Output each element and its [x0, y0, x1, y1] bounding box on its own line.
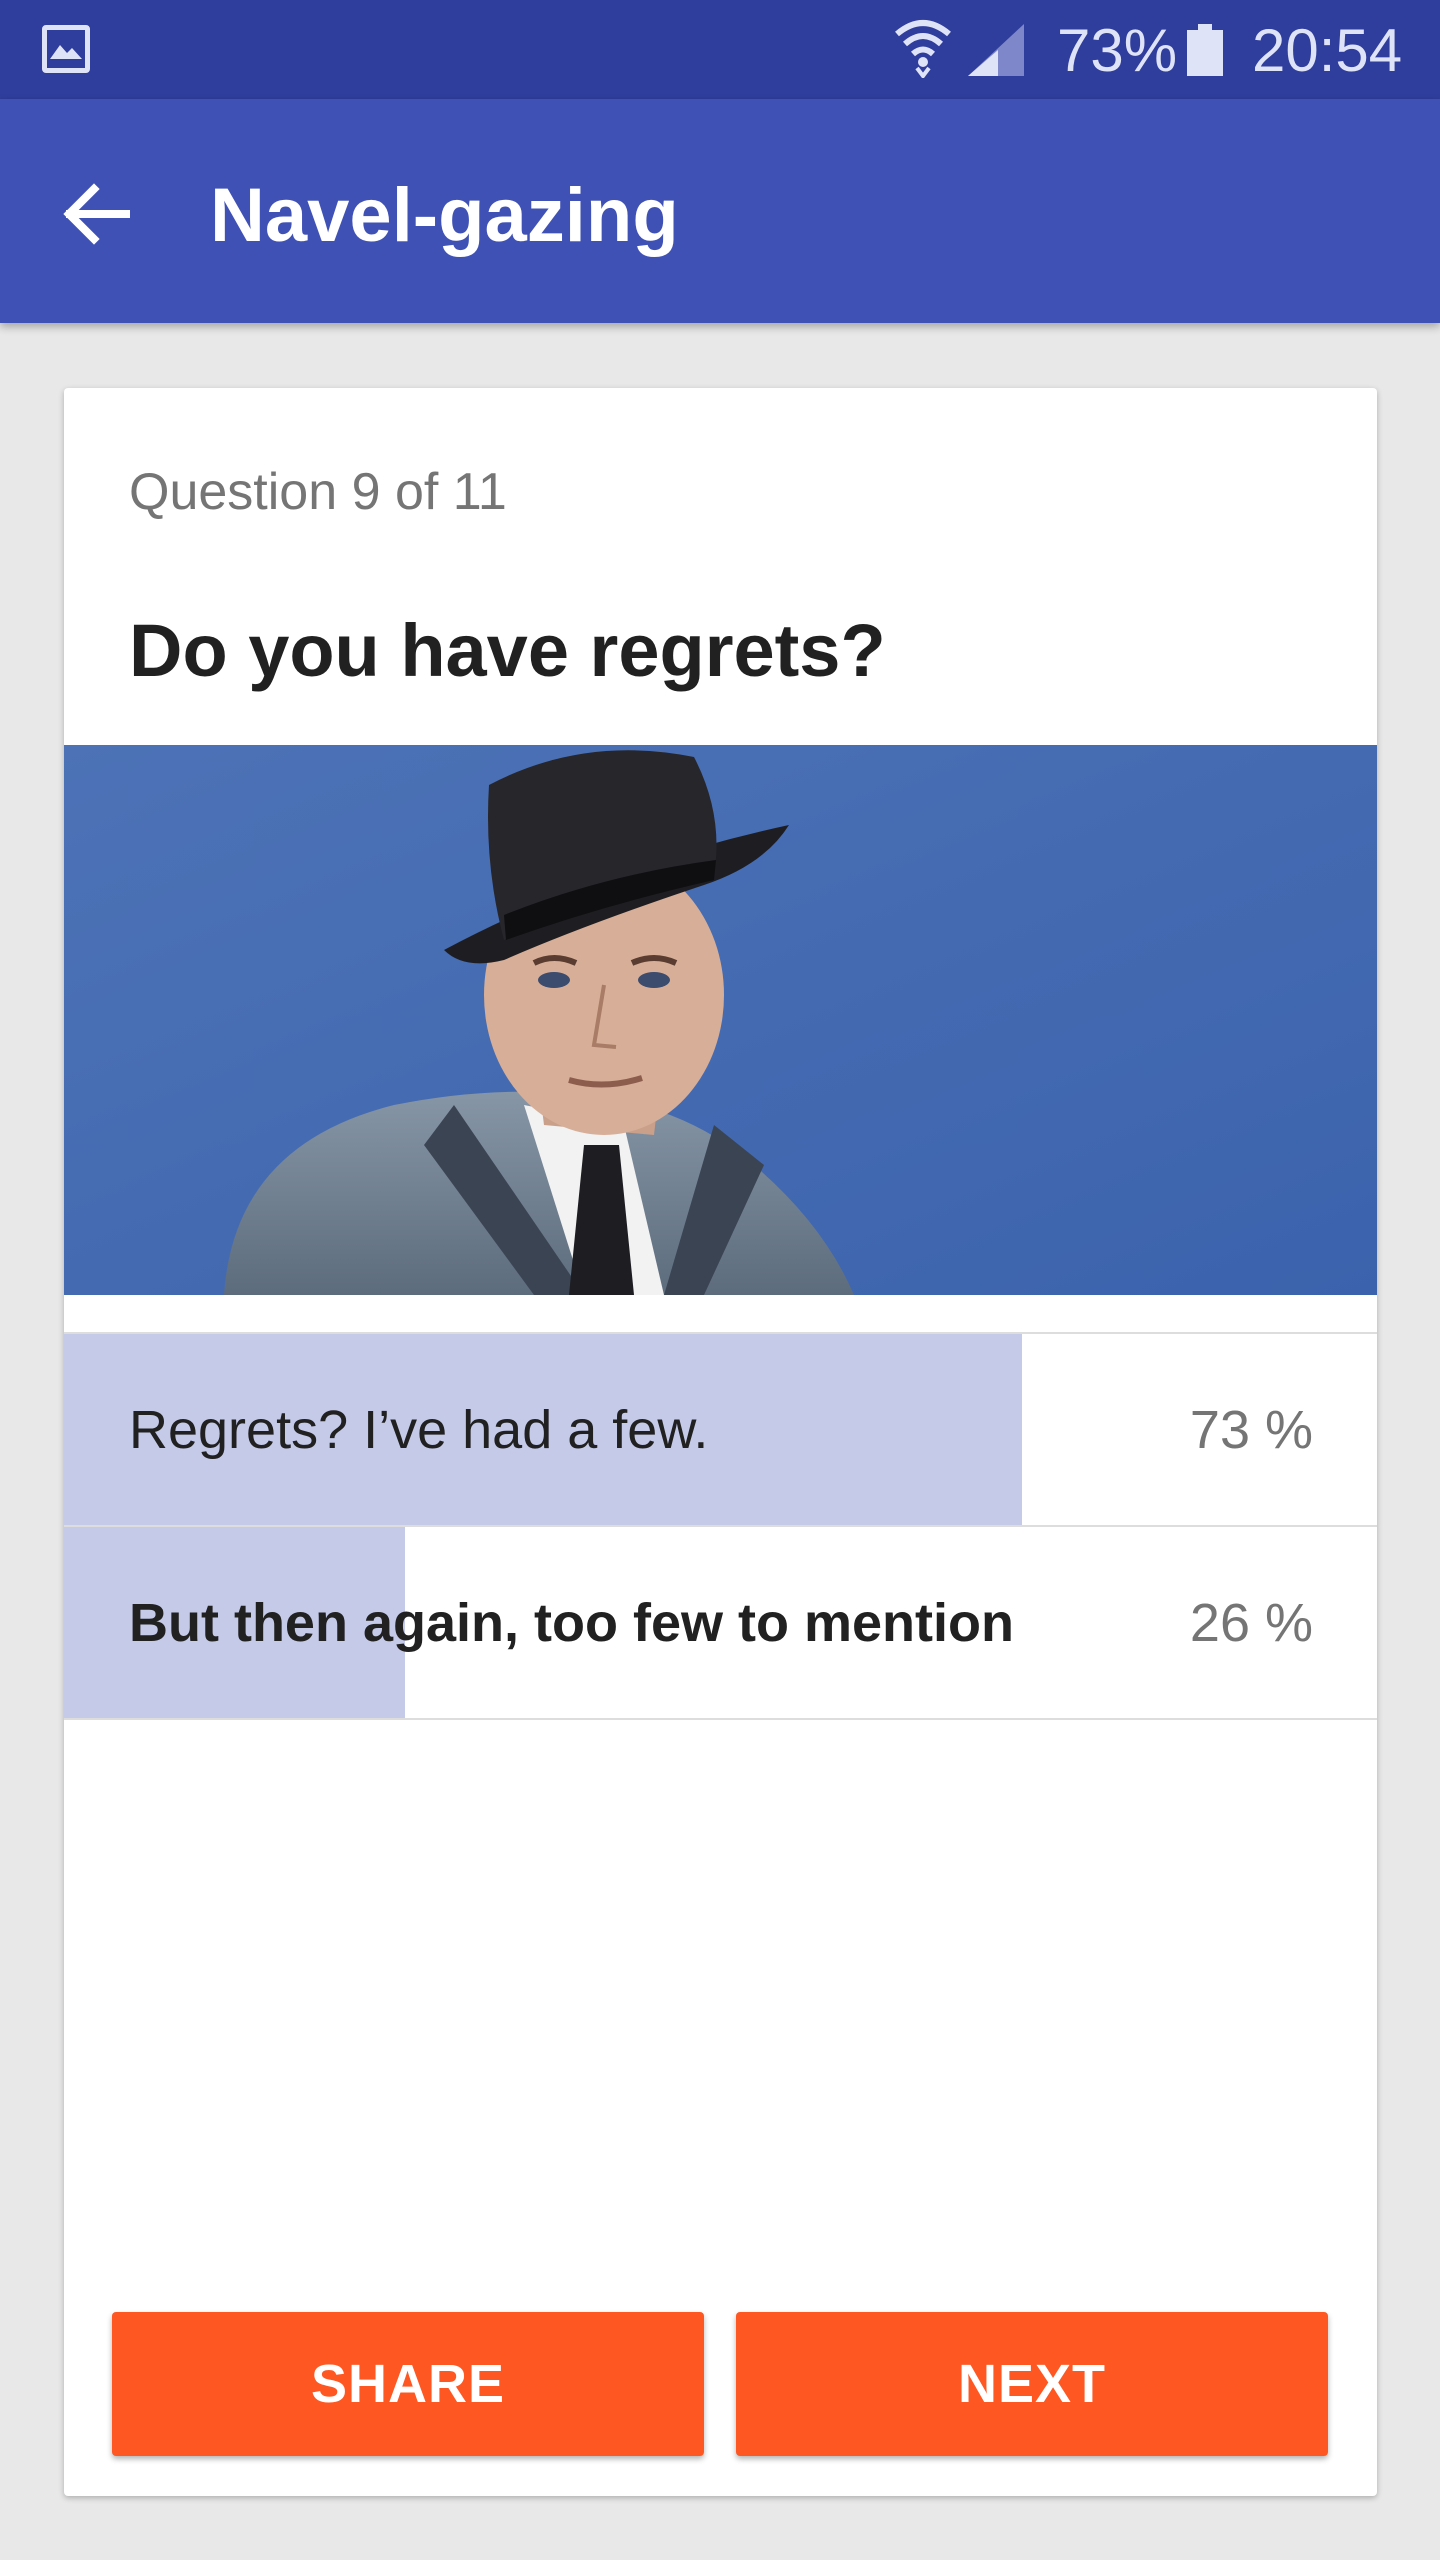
arrow-back-icon: [63, 183, 130, 245]
wifi-icon: [895, 20, 951, 78]
answer-option[interactable]: But then again, too few to mention 26 %: [64, 1527, 1377, 1720]
answer-text: Regrets? I’ve had a few.: [129, 1399, 709, 1460]
question-image: [64, 745, 1377, 1295]
back-button[interactable]: [40, 159, 150, 269]
battery-icon: [1187, 24, 1223, 76]
gallery-icon: [42, 25, 90, 73]
app-bar: Navel-gazing: [0, 99, 1440, 323]
answer-percent: 73 %: [1189, 1399, 1313, 1460]
answer-percent: 26 %: [1189, 1592, 1313, 1653]
answer-option[interactable]: Regrets? I’ve had a few. 73 %: [64, 1334, 1377, 1527]
question-counter: Question 9 of 11: [129, 463, 507, 521]
status-bar: 73% 20:54: [0, 0, 1440, 99]
question-card: Question 9 of 11 Do you have regrets? Re…: [64, 388, 1377, 2496]
answer-text: But then again, too few to mention: [129, 1592, 1014, 1653]
question-title: Do you have regrets?: [129, 609, 886, 692]
next-button[interactable]: NEXT: [736, 2312, 1328, 2456]
answers-list: Regrets? I’ve had a few. 73 % But then a…: [64, 1332, 1377, 1720]
cell-signal-icon: [968, 24, 1024, 76]
share-button[interactable]: SHARE: [112, 2312, 704, 2456]
battery-percent: 73%: [1057, 17, 1178, 84]
app-title: Navel-gazing: [210, 173, 679, 258]
clock: 20:54: [1252, 17, 1403, 84]
